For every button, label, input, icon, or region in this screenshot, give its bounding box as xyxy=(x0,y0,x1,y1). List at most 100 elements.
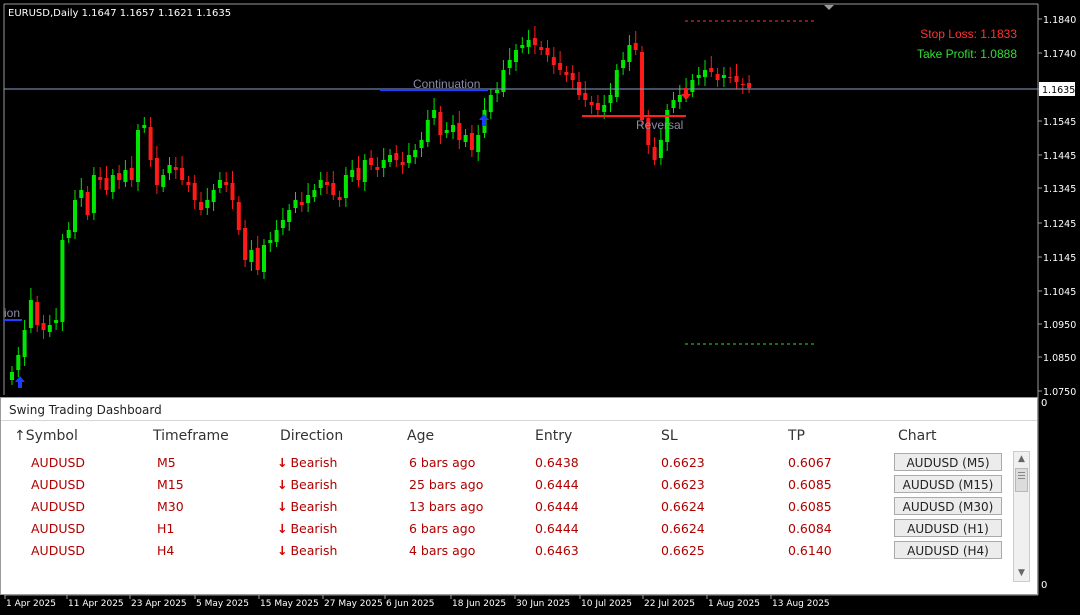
cell-sl: 0.6624 xyxy=(661,521,705,536)
candle-body xyxy=(217,180,222,188)
cell-sl: 0.6625 xyxy=(661,543,705,558)
candle-body xyxy=(293,200,298,208)
candle-body xyxy=(614,70,619,97)
price-tick-label: 1.1740 xyxy=(1043,49,1076,60)
candle-body xyxy=(652,147,657,160)
candle-body xyxy=(180,168,185,180)
candle-body xyxy=(85,192,90,215)
candle-body xyxy=(476,135,481,152)
candle-body xyxy=(343,175,348,198)
scroll-down-icon[interactable]: ▼ xyxy=(1014,566,1029,581)
column-header-direction[interactable]: Direction xyxy=(280,428,343,444)
price-tick-label: 1.1345 xyxy=(1043,184,1076,195)
candle-body xyxy=(79,190,84,198)
price-tick-label: 1.1245 xyxy=(1043,219,1076,230)
open-chart-button[interactable]: AUDUSD (M15) xyxy=(894,475,1002,493)
left-edge-label: ion xyxy=(4,306,20,320)
candle-body xyxy=(747,83,752,88)
scroll-thumb[interactable] xyxy=(1015,468,1028,492)
candle-body xyxy=(394,153,399,160)
candle-body xyxy=(488,95,493,112)
date-tick-label: 22 Jul 2025 xyxy=(644,599,695,609)
candle-body xyxy=(211,190,216,202)
candle-body xyxy=(249,250,254,262)
swing-trading-dashboard: Swing Trading Dashboard ↑Symbol Timeframe… xyxy=(0,397,1038,595)
cell-direction: ↓ Bearish xyxy=(277,455,338,470)
column-header-timeframe[interactable]: Timeframe xyxy=(153,428,229,444)
open-chart-button[interactable]: AUDUSD (H4) xyxy=(894,541,1002,559)
candle-body xyxy=(671,100,676,108)
cell-symbol: AUDUSD xyxy=(31,477,86,492)
candle-body xyxy=(545,48,550,55)
candle-body xyxy=(595,103,600,110)
candle-body xyxy=(469,133,474,150)
open-chart-button[interactable]: AUDUSD (M5) xyxy=(894,453,1002,471)
cell-tp: 0.6085 xyxy=(788,477,832,492)
cell-symbol: AUDUSD xyxy=(31,499,86,514)
column-header-sl[interactable]: SL xyxy=(661,428,678,444)
candle-body xyxy=(350,170,355,177)
candle-body xyxy=(526,40,531,47)
date-tick-label: 5 May 2025 xyxy=(196,599,249,609)
candle-body xyxy=(362,160,367,182)
candle-body xyxy=(173,167,178,170)
date-tick-label: 11 Apr 2025 xyxy=(68,599,124,609)
candle-body xyxy=(621,60,626,68)
column-header-entry[interactable]: Entry xyxy=(535,428,572,444)
candle-body xyxy=(602,105,607,112)
candle-body xyxy=(16,355,21,370)
candle-body xyxy=(432,110,437,118)
candle-body xyxy=(337,197,342,200)
date-tick-label: 10 Jul 2025 xyxy=(581,599,632,609)
candle-body xyxy=(104,178,109,190)
candle-body xyxy=(205,200,210,208)
candle-body xyxy=(728,77,733,78)
price-tick-label: 1.1840 xyxy=(1043,15,1076,26)
open-chart-button[interactable]: AUDUSD (M30) xyxy=(894,497,1002,515)
date-tick-label: 1 Apr 2025 xyxy=(6,599,56,609)
candle-body xyxy=(425,120,430,142)
column-header-tp[interactable]: TP xyxy=(788,428,805,444)
cell-age: 4 bars ago xyxy=(409,543,476,558)
candle-body xyxy=(161,175,166,187)
take-profit-text: Take Profit: 1.0888 xyxy=(917,47,1017,61)
candle-body xyxy=(312,190,317,197)
cell-age: 6 bars ago xyxy=(409,521,476,536)
price-tick-label: 1.1045 xyxy=(1043,287,1076,298)
cell-symbol: AUDUSD xyxy=(31,521,86,536)
candle-body xyxy=(280,220,285,228)
price-tick-label: 1.0950 xyxy=(1043,320,1076,331)
cell-sl: 0.6624 xyxy=(661,499,705,514)
candle-body xyxy=(199,202,203,210)
candle-body xyxy=(375,167,380,170)
sort-up-arrow-icon[interactable]: ↑ xyxy=(14,428,26,444)
candle-body xyxy=(627,45,632,62)
date-tick-label: 13 Aug 2025 xyxy=(772,599,830,609)
candle-body xyxy=(255,248,260,270)
candle-body xyxy=(633,43,638,50)
dashboard-scrollbar[interactable]: ▲ ▼ xyxy=(1013,451,1030,582)
column-header-age[interactable]: Age xyxy=(407,428,434,444)
scroll-up-icon[interactable]: ▲ xyxy=(1014,452,1029,467)
candle-body xyxy=(381,160,386,168)
candle-body xyxy=(54,320,59,323)
candle-body xyxy=(154,158,159,185)
column-header-symbol[interactable]: ↑Symbol xyxy=(14,428,78,444)
open-chart-button[interactable]: AUDUSD (H1) xyxy=(894,519,1002,537)
candle-body xyxy=(715,74,720,80)
cell-entry: 0.6463 xyxy=(535,543,579,558)
candle-body xyxy=(444,130,449,133)
continuation-label: Continuation xyxy=(413,77,480,91)
candle-body xyxy=(41,323,46,330)
column-header-chart[interactable]: Chart xyxy=(898,428,936,444)
symbol-ohlc-line: EURUSD,Daily 1.1647 1.1657 1.1621 1.1635 xyxy=(8,8,231,19)
cell-direction: ↓ Bearish xyxy=(277,477,338,492)
indicator-zero-bottom: 0 xyxy=(1041,580,1048,591)
cell-direction: ↓ Bearish xyxy=(277,543,338,558)
cell-entry: 0.6444 xyxy=(535,477,579,492)
cell-symbol: AUDUSD xyxy=(31,455,86,470)
candle-body xyxy=(287,210,292,222)
cell-entry: 0.6444 xyxy=(535,521,579,536)
stop-loss-text: Stop Loss: 1.1833 xyxy=(920,27,1017,41)
cell-timeframe: H1 xyxy=(157,521,175,536)
